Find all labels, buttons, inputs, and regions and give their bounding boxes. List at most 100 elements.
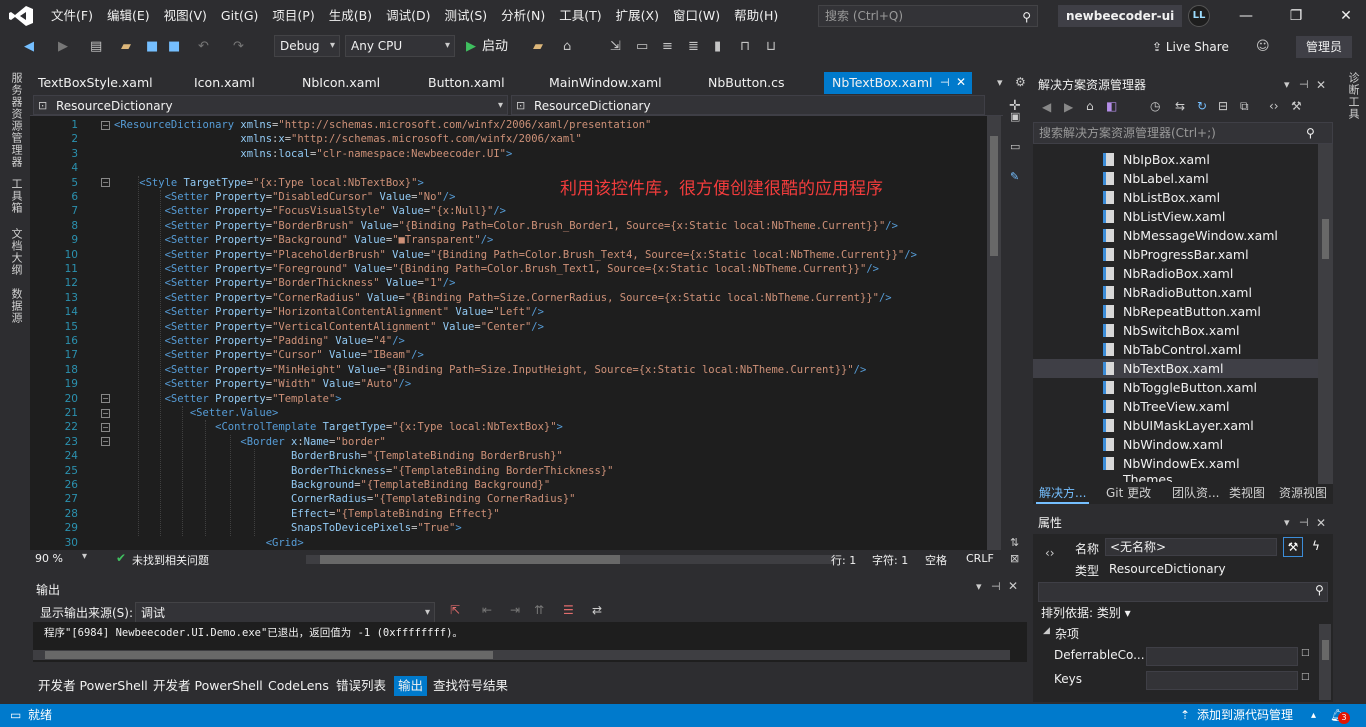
comment-icon[interactable]: ≡ (662, 36, 673, 58)
add-to-source-control[interactable]: 添加到源代码管理 (1197, 704, 1293, 727)
solution-search-input[interactable]: 搜索解决方案资源管理器(Ctrl+;) ⚲ (1033, 122, 1333, 144)
code-line[interactable]: Background="{TemplateBinding Background}… (114, 478, 550, 492)
close-panel-icon[interactable]: ✕ (1008, 579, 1018, 593)
zoom-level[interactable]: 90 % (35, 552, 63, 565)
properties-wrench-icon[interactable]: ⚒ (1283, 537, 1303, 557)
solution-tab[interactable]: Git 更改 (1103, 482, 1154, 504)
close-panel-icon[interactable]: ✕ (1316, 74, 1326, 96)
menu-item[interactable]: Git(G) (214, 0, 266, 32)
tree-item[interactable]: NbRadioButton.xaml (1033, 283, 1318, 302)
menu-item[interactable]: 视图(V) (157, 0, 214, 32)
events-icon[interactable]: ϟ (1306, 537, 1326, 557)
refresh-icon[interactable]: ↻ (1197, 99, 1207, 113)
diagnostic-tools-tab[interactable]: 诊断工具 (1345, 72, 1361, 120)
toolbox-tab[interactable]: 工具箱 (8, 178, 24, 214)
code-line[interactable]: <Setter Property="VerticalContentAlignme… (114, 320, 544, 334)
code-line[interactable]: <Border x:Name="border" (114, 435, 385, 449)
code-line[interactable]: <Setter Property="HorizontalContentAlign… (114, 305, 544, 319)
find-icon[interactable]: ⇈ (534, 603, 544, 617)
live-share-button[interactable]: ⇪ Live Share (1152, 36, 1229, 58)
code-line[interactable]: <Grid> (114, 536, 304, 550)
tree-item[interactable]: NbUIMaskLayer.xaml (1033, 416, 1318, 435)
bottom-tab[interactable]: CodeLens (264, 676, 333, 696)
uncomment-icon[interactable]: ≣ (688, 36, 699, 58)
sync-icon[interactable]: ⇆ (1175, 99, 1185, 113)
code-line[interactable]: xmlns:x="http://schemas.microsoft.com/wi… (114, 132, 581, 146)
save-icon[interactable]: ■ (146, 36, 158, 58)
go-to-error-icon[interactable]: ⇱ (450, 603, 460, 617)
fold-toggle-icon[interactable]: − (101, 422, 110, 432)
solution-tab[interactable]: 类视图 (1226, 482, 1268, 504)
save-all-icon[interactable]: ■ (168, 36, 180, 58)
nav-type-select[interactable]: ⊡ ResourceDictionary ▾ (33, 95, 508, 115)
doc-tab[interactable]: Button.xaml (420, 72, 513, 94)
folder-icon[interactable]: ▰ (533, 36, 543, 58)
prev-bookmark-icon[interactable]: ⊓ (740, 36, 750, 58)
start-label[interactable]: 启动 (482, 36, 508, 58)
tree-item[interactable]: NbLabel.xaml (1033, 169, 1318, 188)
forward-icon[interactable]: ▶ (58, 36, 68, 58)
restore-icon[interactable]: ❐ (1276, 0, 1316, 32)
search-box[interactable]: 搜索 (Ctrl+Q) ⚲ (818, 5, 1038, 27)
pin-tab-icon[interactable]: ⊣ (940, 76, 950, 89)
next-message-icon[interactable]: ⇥ (510, 603, 520, 617)
property-value-input[interactable] (1146, 647, 1298, 666)
user-avatar[interactable]: LL (1188, 5, 1210, 27)
code-line[interactable]: SnapsToDevicePixels="True"> (114, 521, 462, 535)
tree-item[interactable]: NbListBox.xaml (1033, 188, 1318, 207)
bottom-tab[interactable]: 查找符号结果 (429, 676, 512, 696)
tree-item[interactable]: NbRepeatButton.xaml (1033, 302, 1318, 321)
code-line[interactable]: <ResourceDictionary xmlns="http://schema… (114, 118, 651, 132)
tree-item[interactable]: NbProgressBar.xaml (1033, 245, 1318, 264)
property-marker-icon[interactable]: □ (1301, 672, 1310, 682)
tree-item[interactable]: NbWindowEx.xaml (1033, 454, 1318, 473)
code-line[interactable]: Effect="{TemplateBinding Effect}" (114, 507, 500, 521)
properties-scrollbar[interactable] (1319, 624, 1331, 700)
prev-message-icon[interactable]: ⇤ (482, 603, 492, 617)
collapse-category-icon[interactable]: ◢ (1043, 626, 1050, 636)
server-explorer-tab[interactable]: 服务器资源管理器 (8, 72, 24, 168)
chevron-down-icon[interactable]: ▾ (976, 580, 982, 593)
vs-switch-icon[interactable]: ◧ (1106, 99, 1117, 113)
sort-by-label[interactable]: 排列依据: 类别 ▾ (1041, 604, 1131, 621)
output-text-area[interactable]: 程序"[6984] Newbeecoder.UI.Demo.exe"已退出，返回… (33, 622, 1027, 662)
close-window-icon[interactable]: ✕ (1326, 0, 1366, 32)
bottom-tab[interactable]: 开发者 PowerShell (34, 676, 152, 696)
chevron-down-icon[interactable]: ▾ (1284, 512, 1290, 534)
menu-item[interactable]: 文件(F) (44, 0, 100, 32)
tree-item[interactable]: NbTabControl.xaml (1033, 340, 1318, 359)
platform-select[interactable]: Any CPU (345, 35, 455, 57)
code-line[interactable]: <Setter Property="Padding" Value="4"/> (114, 334, 405, 348)
output-h-thumb[interactable] (45, 651, 493, 659)
property-marker-icon[interactable]: □ (1301, 648, 1310, 658)
config-select[interactable]: Debug (274, 35, 340, 57)
code-line[interactable]: <Setter Property="Width" Value="Auto"/> (114, 377, 412, 391)
swap-icon[interactable]: ⇅ (1010, 536, 1019, 549)
tree-item[interactable]: NbTextBox.xaml (1033, 359, 1318, 378)
pending-changes-icon[interactable]: ◷ (1150, 99, 1160, 113)
nav-member-select[interactable]: ⊡ ResourceDictionary (511, 95, 985, 115)
whitespace-indicator[interactable]: 空格 (925, 552, 947, 568)
close-panel-icon[interactable]: ✕ (1316, 512, 1326, 534)
pin-icon[interactable]: ⊣ (991, 580, 1001, 593)
menu-item[interactable]: 项目(P) (265, 0, 321, 32)
code-line[interactable]: <Setter Property="Foreground" Value="{Bi… (114, 262, 879, 276)
code-line[interactable]: <Setter Property="Background" Value="■Tr… (114, 233, 494, 247)
menu-item[interactable]: 扩展(X) (609, 0, 666, 32)
start-icon[interactable]: ▶ (466, 36, 476, 58)
chevron-up-icon[interactable]: ▴ (1311, 704, 1316, 727)
doc-tab[interactable]: MainWindow.xaml (541, 72, 670, 94)
eol-indicator[interactable]: CRLF (966, 552, 994, 565)
code-line[interactable]: <Setter Property="CornerRadius" Value="{… (114, 291, 892, 305)
code-line[interactable]: <Setter Property="FocusVisualStyle" Valu… (114, 204, 506, 218)
editor-vertical-scrollbar[interactable] (987, 116, 1001, 550)
code-line[interactable]: <Setter Property="Template"> (114, 392, 342, 406)
doc-tab[interactable]: NbButton.cs (700, 72, 793, 94)
menu-item[interactable]: 测试(S) (437, 0, 494, 32)
menu-item[interactable]: 帮助(H) (727, 0, 785, 32)
code-line[interactable]: <Style TargetType="{x:Type local:NbTextB… (114, 176, 424, 190)
code-line[interactable]: <Setter Property="BorderThickness" Value… (114, 276, 456, 290)
fold-toggle-icon[interactable]: − (101, 394, 110, 404)
tree-item-partial[interactable]: Themes (1033, 472, 1318, 482)
tree-item[interactable]: NbSwitchBox.xaml (1033, 321, 1318, 340)
